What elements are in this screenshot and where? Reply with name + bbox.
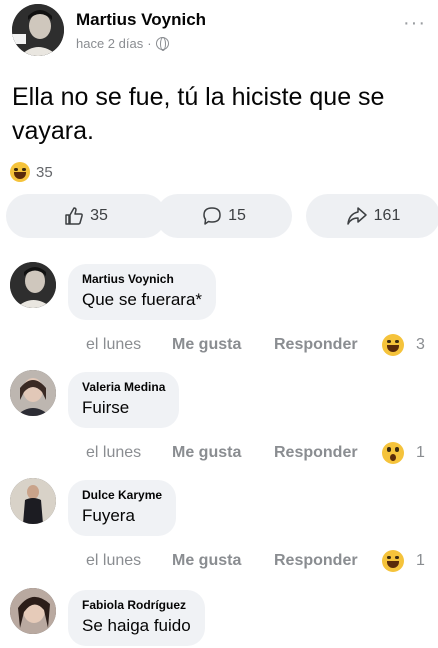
globe-icon — [155, 37, 169, 51]
comment-reaction-count: 1 — [416, 552, 425, 569]
share-arrow-icon — [346, 207, 367, 225]
post-header: Martius Voynich hace 2 días · ··· — [0, 0, 438, 64]
haha-emoji-icon[interactable] — [382, 550, 404, 572]
comment-bubble: Fabiola Rodríguez Se haiga fuido — [68, 590, 205, 646]
reply-link[interactable]: Responder — [274, 552, 382, 570]
haha-emoji-icon — [10, 162, 30, 182]
comment-text: Fuyera — [82, 506, 135, 525]
like-link[interactable]: Me gusta — [172, 552, 274, 570]
post-text: Ella no se fue, tú la hiciste que se vay… — [12, 83, 385, 145]
action-bar: 35 15 161 — [0, 194, 438, 240]
comment-text: Que se fuerara* — [82, 290, 203, 309]
comment-footer: el lunes Me gusta Responder 1 — [86, 442, 425, 464]
reaction-count: 35 — [36, 163, 53, 181]
comment-icon — [203, 207, 221, 225]
commenter-avatar[interactable] — [10, 262, 56, 308]
comment-text: Fuirse — [82, 398, 130, 417]
wow-emoji-icon[interactable] — [382, 442, 404, 464]
thumbs-up-icon — [65, 207, 83, 225]
comment-text: Se haiga fuido — [82, 616, 191, 635]
like-count: 35 — [90, 207, 108, 224]
post-timestamp[interactable]: hace 2 días — [76, 36, 143, 51]
comment-count: 15 — [228, 207, 246, 224]
like-link[interactable]: Me gusta — [172, 336, 274, 354]
comment-button[interactable]: 15 — [156, 194, 292, 238]
like-link[interactable]: Me gusta — [172, 444, 274, 462]
comment-footer: el lunes Me gusta Responder 1 — [86, 550, 425, 572]
author-avatar[interactable] — [12, 4, 64, 56]
comment-bubble: Dulce Karyme Fuyera — [68, 480, 177, 536]
commenter-avatar[interactable] — [10, 588, 56, 634]
reply-link[interactable]: Responder — [274, 336, 382, 354]
more-options-button[interactable]: ··· — [403, 12, 426, 35]
comment-time[interactable]: el lunes — [86, 552, 172, 570]
comment-reaction-count: 1 — [416, 444, 425, 461]
comment-bubble: Valeria Medina Fuirse — [68, 372, 180, 428]
reaction-summary[interactable]: 35 — [10, 162, 53, 182]
meta-separator: · — [147, 36, 152, 51]
post-meta: hace 2 días · — [76, 36, 169, 51]
reply-link[interactable]: Responder — [274, 444, 382, 462]
commenter-name[interactable]: Dulce Karyme — [82, 488, 162, 502]
haha-emoji-icon[interactable] — [382, 334, 404, 356]
comment-footer: el lunes Me gusta Responder 3 — [86, 334, 425, 356]
commenter-name[interactable]: Fabiola Rodríguez — [82, 598, 191, 612]
commenter-name[interactable]: Martius Voynich — [82, 272, 202, 286]
commenter-avatar[interactable] — [10, 478, 56, 524]
share-count: 161 — [373, 207, 401, 224]
commenter-name[interactable]: Valeria Medina — [82, 380, 165, 394]
commenter-avatar[interactable] — [10, 370, 56, 416]
like-button[interactable]: 35 — [6, 194, 166, 238]
share-button[interactable]: 161 — [306, 194, 438, 238]
comment-time[interactable]: el lunes — [86, 336, 172, 354]
comment-time[interactable]: el lunes — [86, 444, 172, 462]
post-author-name[interactable]: Martius Voynich — [76, 10, 206, 30]
comment-bubble: Martius Voynich Que se fuerara* — [68, 264, 217, 320]
comment-reaction-count: 3 — [416, 336, 425, 353]
